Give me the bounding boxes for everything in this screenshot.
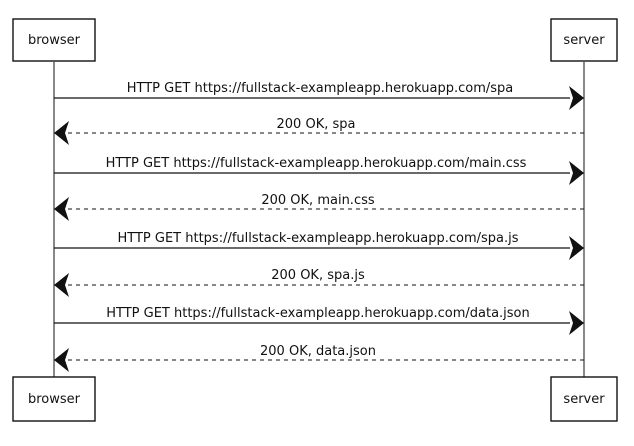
arrowhead-left (54, 273, 69, 297)
browser-box-top: browser (12, 18, 96, 62)
message-response-data-json: 200 OK, data.json (54, 344, 584, 372)
arrowhead-left (54, 121, 69, 145)
message-label: HTTP GET https://fullstack-exampleapp.he… (106, 306, 530, 321)
message-label: 200 OK, main.css (261, 193, 375, 208)
message-request-data-json: HTTP GET https://fullstack-exampleapp.he… (54, 306, 584, 335)
server-box-bottom: server (550, 376, 618, 422)
message-request-spa-js: HTTP GET https://fullstack-exampleapp.he… (54, 231, 584, 260)
message-label: HTTP GET https://fullstack-exampleapp.he… (117, 231, 518, 246)
arrowhead-right (569, 161, 584, 185)
sequence-diagram: browser server browser server HTTP GET h… (12, 18, 618, 422)
message-response-spa-js: 200 OK, spa.js (54, 268, 584, 297)
server-label-bottom: server (563, 392, 605, 407)
browser-label-top: browser (28, 33, 81, 48)
message-label: HTTP GET https://fullstack-exampleapp.he… (127, 81, 514, 96)
message-label: 200 OK, spa (277, 117, 356, 132)
arrowhead-left (54, 348, 69, 372)
message-label: 200 OK, data.json (260, 344, 376, 359)
server-label-top: server (563, 33, 605, 48)
message-label: HTTP GET https://fullstack-exampleapp.he… (106, 156, 527, 171)
arrowhead-left (54, 197, 69, 221)
arrowhead-right (569, 86, 584, 110)
browser-box-bottom: browser (12, 376, 96, 422)
arrowhead-right (569, 311, 584, 335)
message-label: 200 OK, spa.js (271, 268, 365, 283)
message-response-spa: 200 OK, spa (54, 117, 584, 145)
server-box-top: server (550, 18, 618, 62)
message-request-spa: HTTP GET https://fullstack-exampleapp.he… (54, 81, 584, 110)
arrowhead-right (569, 236, 584, 260)
browser-label-bottom: browser (28, 392, 81, 407)
message-request-main-css: HTTP GET https://fullstack-exampleapp.he… (54, 156, 584, 185)
message-response-main-css: 200 OK, main.css (54, 193, 584, 221)
